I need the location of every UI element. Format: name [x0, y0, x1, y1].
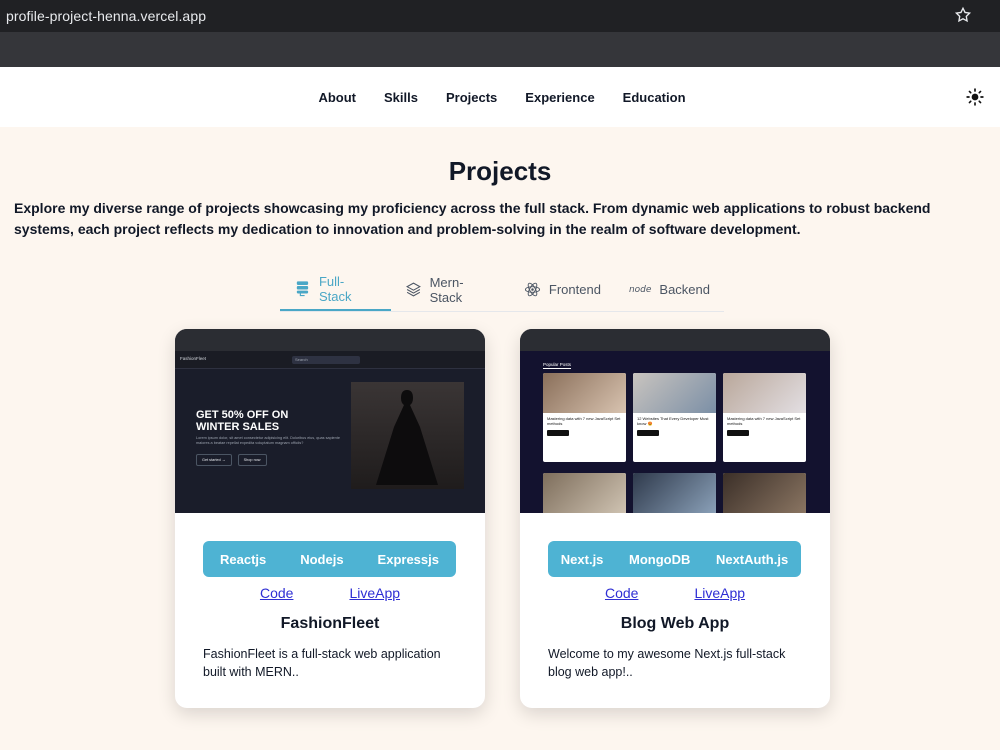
- live-app-link[interactable]: LiveApp: [694, 585, 745, 601]
- layers-icon: [405, 282, 421, 297]
- section-description: Explore my diverse range of projects sho…: [14, 200, 931, 237]
- browser-toolbar: [0, 32, 1000, 67]
- screenshot-brand: FashionFleet: [180, 356, 207, 361]
- top-navigation: About Skills Projects Experience Educati…: [0, 67, 1000, 127]
- tab-label: Frontend: [548, 282, 601, 297]
- screenshot-browser-chrome: [520, 329, 830, 351]
- tab-label: Backend: [659, 282, 710, 297]
- tab-mern-stack[interactable]: Mern-Stack: [391, 268, 510, 311]
- screenshot-section-label: Popular Posts: [543, 362, 572, 369]
- screenshot-post-card: 12 Websites That Every Developer Must kn…: [633, 373, 716, 462]
- nav-projects[interactable]: Projects: [446, 90, 497, 105]
- screenshot-search: Search: [292, 356, 360, 364]
- screenshot-post-card: [633, 473, 716, 513]
- section-title: Projects: [448, 156, 552, 186]
- screenshot-browser-chrome: [175, 329, 485, 351]
- tech-badges: Next.js MongoDB NextAuth.js: [548, 541, 801, 577]
- code-link[interactable]: Code: [260, 585, 293, 601]
- tab-frontend[interactable]: Frontend: [510, 268, 615, 311]
- node-icon: node: [628, 284, 652, 295]
- project-card-fashionfleet: FashionFleet Search GET 50% OFF ON WINTE…: [175, 329, 485, 708]
- code-link[interactable]: Code: [605, 585, 638, 601]
- project-screenshot: Popular Posts Mastering data with 7 new …: [520, 329, 830, 513]
- project-category-tabs: Full-Stack Mern-Stack Frontend node Back…: [280, 268, 724, 312]
- nav-skills[interactable]: Skills: [384, 90, 418, 105]
- screenshot-post-card: [543, 473, 626, 513]
- project-screenshot: FashionFleet Search GET 50% OFF ON WINTE…: [175, 329, 485, 513]
- tab-label: Full-Stack: [318, 273, 352, 304]
- tab-label: Mern-Stack: [429, 274, 464, 305]
- theme-toggle-sun-icon[interactable]: [966, 88, 984, 106]
- tech-badge: Next.js: [560, 551, 604, 567]
- bookmark-star-icon[interactable]: [954, 6, 972, 24]
- project-card-blog-web-app: Popular Posts Mastering data with 7 new …: [520, 329, 830, 708]
- tech-badge: Nodejs: [300, 551, 344, 567]
- url-text[interactable]: profile-project-henna.vercel.app: [6, 8, 206, 24]
- project-title: Blog Web App: [620, 615, 730, 632]
- react-icon: [524, 282, 540, 297]
- nav-education[interactable]: Education: [623, 90, 686, 105]
- tech-badge: Reactjs: [219, 551, 267, 567]
- nav-about[interactable]: About: [318, 90, 356, 105]
- screenshot-hero-buttons: Get started → Shop now: [196, 454, 267, 466]
- screenshot-hero-title: GET 50% OFF ON WINTER SALES: [196, 409, 289, 433]
- tab-full-stack[interactable]: Full-Stack: [280, 268, 391, 311]
- project-description: FashionFleet is a full-stack web applica…: [203, 647, 441, 679]
- screenshot-post-card: Mastering data with 7 new JavaScript Set…: [543, 373, 626, 462]
- tech-badge: Expressjs: [377, 551, 439, 567]
- project-title: FashionFleet: [280, 615, 380, 632]
- project-description: Welcome to my awesome Next.js full-stack…: [548, 647, 786, 679]
- server-stack-icon: [296, 281, 309, 297]
- tech-badge: MongoDB: [629, 551, 691, 567]
- screenshot-post-card: [723, 473, 806, 513]
- screenshot-dress-image: [351, 382, 464, 489]
- screenshot-post-card: Mastering data with 7 new JavaScript Set…: [723, 373, 806, 462]
- tech-badges: Reactjs Nodejs Expressjs: [203, 541, 456, 577]
- screenshot-hero-text: Lorem ipsum dolor, sit amet consectetur …: [196, 436, 340, 445]
- tech-badge: NextAuth.js: [715, 551, 789, 567]
- nav-experience[interactable]: Experience: [525, 90, 594, 105]
- tab-backend[interactable]: node Backend: [615, 268, 724, 311]
- browser-address-bar[interactable]: profile-project-henna.vercel.app: [0, 0, 1000, 32]
- live-app-link[interactable]: LiveApp: [349, 585, 400, 601]
